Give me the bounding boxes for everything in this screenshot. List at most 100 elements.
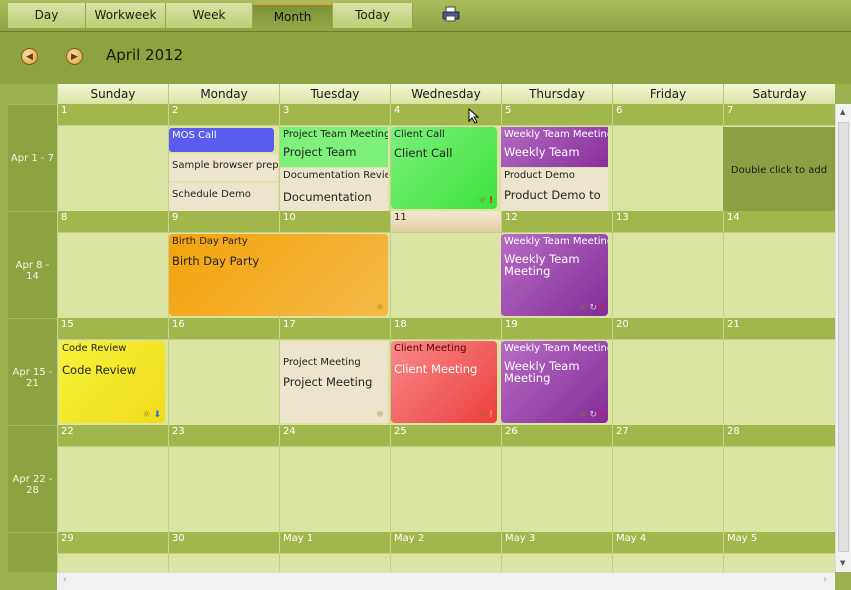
day-cell[interactable] <box>168 553 279 572</box>
double-click-to-add[interactable]: Double click to add <box>723 127 835 211</box>
date-number[interactable]: 17 <box>279 318 390 339</box>
horizontal-scrollbar[interactable]: ‹ › <box>57 572 835 590</box>
event-code-review[interactable]: Code Review Code Review ☼ ⬇ <box>59 341 165 423</box>
date-number[interactable]: 1 <box>57 104 168 125</box>
event-project-meeting[interactable]: Project Meeting Project Meeting ☼ <box>280 341 388 423</box>
scroll-up-icon[interactable]: ▲ <box>840 108 845 116</box>
date-number[interactable]: 24 <box>279 425 390 446</box>
date-number[interactable]: 6 <box>612 104 723 125</box>
date-number[interactable]: 19 <box>501 318 612 339</box>
scroll-thumb[interactable] <box>838 122 849 552</box>
date-number[interactable]: 28 <box>723 425 835 446</box>
date-number[interactable]: 25 <box>390 425 501 446</box>
date-number[interactable]: 30 <box>168 532 279 553</box>
day-cell[interactable] <box>612 446 723 532</box>
day-header-row: Sunday Monday Tuesday Wednesday Thursday… <box>57 84 835 104</box>
date-number[interactable]: May 4 <box>612 532 723 553</box>
scroll-left-icon[interactable]: ‹ <box>63 575 67 585</box>
event-title: Weekly Team Meeting <box>504 129 608 140</box>
printer-icon[interactable] <box>442 6 460 22</box>
day-cell[interactable] <box>612 553 723 572</box>
event-body: Weekly Team Meeting <box>504 252 580 278</box>
date-number[interactable]: 4 <box>390 104 501 125</box>
tab-workweek[interactable]: Workweek <box>86 3 166 28</box>
date-number[interactable]: 26 <box>501 425 612 446</box>
date-number[interactable]: 29 <box>57 532 168 553</box>
event-title: Product Demo <box>504 170 575 181</box>
event-weekly-team-meeting[interactable]: Weekly Team Meeting Weekly Team Meeting ☼ … <box>501 234 608 316</box>
date-number[interactable]: May 2 <box>390 532 501 553</box>
event-title: Project Team Meeting <box>283 129 388 140</box>
day-cell[interactable] <box>279 446 390 532</box>
event-project-team-meeting[interactable]: Project Team Meeting Project Team <box>280 127 388 167</box>
day-cell[interactable] <box>723 446 835 532</box>
day-cell[interactable] <box>57 446 168 532</box>
date-number[interactable]: 2 <box>168 104 279 125</box>
event-title: Birth Day Party <box>172 236 248 247</box>
week-label: Apr 8 - 14 <box>8 211 57 318</box>
day-cell[interactable] <box>390 232 501 318</box>
date-number[interactable]: 23 <box>168 425 279 446</box>
event-weekly-team-meeting[interactable]: Weekly Team Meeting Weekly Team <box>501 127 608 167</box>
date-number[interactable]: 7 <box>723 104 835 125</box>
day-cell[interactable] <box>501 446 612 532</box>
date-number[interactable]: 13 <box>612 211 723 232</box>
date-number[interactable]: 5 <box>501 104 612 125</box>
event-mos-call[interactable]: MOS Call <box>169 128 274 152</box>
week-range: Apr 1 - 7 <box>10 153 55 164</box>
scroll-down-icon[interactable]: ▼ <box>840 559 845 567</box>
week-label: Apr 15 - 21 <box>8 318 57 425</box>
tab-day[interactable]: Day <box>8 3 86 28</box>
date-number[interactable]: 10 <box>279 211 390 232</box>
date-number[interactable]: 9 <box>168 211 279 232</box>
event-title: Sample browser prep <box>172 160 278 171</box>
date-number[interactable]: 11 <box>390 211 501 232</box>
event-birth-day-party[interactable]: Birth Day Party Birth Day Party ☼ <box>169 234 388 316</box>
date-number[interactable]: 8 <box>57 211 168 232</box>
event-product-demo[interactable]: Product Demo Product Demo to <box>501 168 608 211</box>
day-cell[interactable] <box>57 553 168 572</box>
day-cell[interactable] <box>390 446 501 532</box>
day-cell[interactable] <box>723 232 835 318</box>
day-cell[interactable] <box>279 553 390 572</box>
date-number[interactable]: 14 <box>723 211 835 232</box>
event-weekly-team-meeting[interactable]: Weekly Team Meeting Weekly Team Meeting ☼ … <box>501 341 608 423</box>
event-client-meeting[interactable]: Client Meeting Client Meeting ☼ ! <box>391 341 497 423</box>
date-number[interactable]: 27 <box>612 425 723 446</box>
date-number[interactable]: 15 <box>57 318 168 339</box>
day-cell[interactable] <box>390 553 501 572</box>
arrow-right-icon[interactable]: ▶ <box>66 48 83 65</box>
day-cell[interactable] <box>612 125 723 211</box>
day-header-friday: Friday <box>612 84 723 104</box>
day-cell[interactable] <box>612 232 723 318</box>
day-cell[interactable] <box>723 339 835 425</box>
date-number[interactable]: 16 <box>168 318 279 339</box>
day-cell[interactable] <box>723 553 835 572</box>
date-number[interactable]: May 3 <box>501 532 612 553</box>
date-number[interactable]: 21 <box>723 318 835 339</box>
month-title: April 2012 <box>106 46 184 64</box>
day-cell[interactable] <box>57 232 168 318</box>
event-client-call[interactable]: Client Call Client Call ☼ ! <box>391 127 497 209</box>
day-cell[interactable] <box>57 125 168 211</box>
day-cell[interactable] <box>168 339 279 425</box>
event-sample-browser[interactable]: Sample browser prep <box>169 154 278 181</box>
date-number[interactable]: May 5 <box>723 532 835 553</box>
tab-month[interactable]: Month <box>253 3 333 28</box>
scroll-right-icon[interactable]: › <box>823 575 827 585</box>
tab-week[interactable]: Week <box>166 3 253 28</box>
date-number[interactable]: 18 <box>390 318 501 339</box>
date-number[interactable]: 20 <box>612 318 723 339</box>
date-number[interactable]: 12 <box>501 211 612 232</box>
day-cell[interactable] <box>612 339 723 425</box>
date-number[interactable]: May 1 <box>279 532 390 553</box>
event-schedule-demo[interactable]: Schedule Demo <box>169 183 278 211</box>
tab-today[interactable]: Today <box>333 3 413 28</box>
day-cell[interactable] <box>501 553 612 572</box>
date-number[interactable]: 22 <box>57 425 168 446</box>
vertical-scrollbar[interactable]: ▲ ▼ <box>835 104 851 572</box>
event-documentation-review[interactable]: Documentation Revie Documentation <box>280 168 388 211</box>
arrow-left-icon[interactable]: ◀ <box>21 48 38 65</box>
day-cell[interactable] <box>168 446 279 532</box>
date-number[interactable]: 3 <box>279 104 390 125</box>
